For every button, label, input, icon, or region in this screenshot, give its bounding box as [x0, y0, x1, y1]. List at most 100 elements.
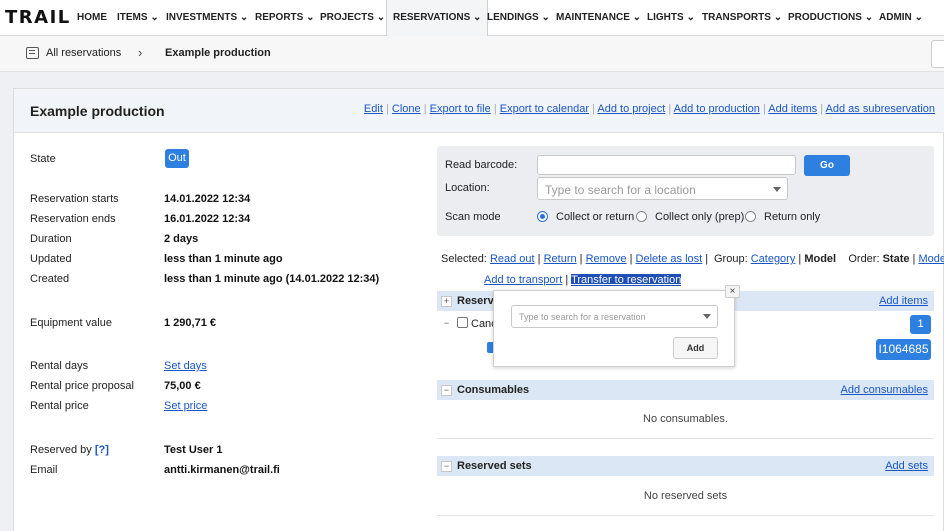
- rental-days-label: Rental days: [30, 360, 89, 372]
- list-icon: [26, 47, 39, 59]
- nav-reports[interactable]: REPORTS ⌄: [255, 0, 315, 36]
- no-sets-text: No reserved sets: [643, 490, 728, 502]
- export-file-link[interactable]: Export to file: [430, 103, 491, 115]
- starts-value: 14.01.2022 12:34: [164, 193, 251, 205]
- top-nav: TRAIL HOME ITEMS ⌄ INVESTMENTS ⌄ REPORTS…: [0, 0, 944, 37]
- nav-lendings[interactable]: LENDINGS ⌄: [487, 0, 550, 36]
- collapse-icon[interactable]: −: [441, 319, 452, 330]
- popup-add-button[interactable]: Add: [673, 337, 718, 359]
- chevron-right-icon: ›: [138, 45, 143, 60]
- order-model-link[interactable]: Model: [918, 253, 944, 265]
- updated-label: Updated: [30, 253, 72, 265]
- nav-lights[interactable]: LIGHTS ⌄: [647, 0, 695, 36]
- set-days-link[interactable]: Set days: [164, 360, 207, 372]
- group-model-current: Model: [804, 253, 837, 265]
- delete-as-lost-link[interactable]: Delete as lost: [636, 253, 703, 265]
- group-order-controls: Group: Category | Model Order: State | M…: [714, 253, 944, 265]
- clone-link[interactable]: Clone: [392, 103, 421, 115]
- chevron-down-icon: ⌄: [773, 12, 783, 23]
- nav-transports[interactable]: TRANSPORTS ⌄: [702, 0, 782, 36]
- collect-only-radio[interactable]: [636, 211, 647, 222]
- location-label: Location:: [445, 182, 490, 194]
- help-link[interactable]: [?]: [95, 444, 109, 456]
- location-select[interactable]: Type to search for a location: [537, 177, 788, 200]
- nav-home[interactable]: HOME: [77, 0, 107, 36]
- chevron-down-icon: ⌄: [473, 12, 482, 23]
- reservation-search-select[interactable]: Type to search for a reservation: [511, 305, 718, 328]
- collect-or-return-label: Collect or return: [556, 211, 635, 223]
- reserved-by-label: Reserved by [?]: [30, 444, 109, 456]
- expand-icon[interactable]: +: [441, 296, 452, 307]
- chevron-down-icon: ⌄: [632, 12, 642, 23]
- nav-reservations[interactable]: RESERVATIONS ⌄: [386, 0, 489, 37]
- nav-projects[interactable]: PROJECTS ⌄: [320, 0, 385, 36]
- item-code-badge[interactable]: I1064685: [876, 339, 931, 360]
- collect-only-label: Collect only (prep): [655, 211, 745, 223]
- close-icon[interactable]: ×: [725, 285, 740, 298]
- breadcrumb-current: Example production: [165, 47, 271, 59]
- chevron-down-icon: ⌄: [541, 12, 550, 23]
- state-label: State: [30, 153, 56, 165]
- no-consumables-text: No consumables.: [643, 413, 728, 425]
- add-to-production-link[interactable]: Add to production: [674, 103, 760, 115]
- nav-productions[interactable]: PRODUCTIONS ⌄: [788, 0, 873, 36]
- set-price-link[interactable]: Set price: [164, 400, 207, 412]
- trail-logo[interactable]: TRAIL: [5, 7, 71, 28]
- transfer-popup: Type to search for a reservation Add: [493, 290, 735, 367]
- add-items-section-link[interactable]: Add items: [879, 295, 928, 307]
- group-label: Group:: [714, 253, 748, 265]
- equipment-value-label: Equipment value: [30, 317, 112, 329]
- nav-items[interactable]: ITEMS ⌄: [117, 0, 159, 36]
- read-out-link[interactable]: Read out: [490, 253, 535, 265]
- add-consumables-link[interactable]: Add consumables: [841, 384, 928, 396]
- chevron-down-icon: ⌄: [914, 12, 923, 23]
- reserved-sets-title: Reserved sets: [457, 460, 532, 472]
- barcode-input[interactable]: [537, 155, 796, 175]
- nav-investments[interactable]: INVESTMENTS ⌄: [166, 0, 248, 36]
- add-subreservation-link[interactable]: Add as subreservation: [826, 103, 935, 115]
- equipment-value: 1 290,71 €: [164, 317, 216, 329]
- consumables-bar: − Consumables Add consumables: [437, 380, 934, 400]
- count-badge: 1: [910, 315, 931, 334]
- state-badge[interactable]: Out: [165, 149, 189, 168]
- barcode-label: Read barcode:: [445, 159, 518, 171]
- header-actions: Edit | Clone | Export to file | Export t…: [363, 103, 935, 115]
- rental-price-label: Rental price: [30, 400, 89, 412]
- chevron-down-icon: ⌄: [864, 12, 874, 23]
- scan-mode-label: Scan mode: [445, 211, 501, 223]
- remove-link[interactable]: Remove: [586, 253, 627, 265]
- side-toggle-button[interactable]: [931, 40, 944, 68]
- collapse-icon[interactable]: −: [441, 461, 452, 472]
- row-checkbox[interactable]: [457, 317, 468, 328]
- chevron-down-icon: ⌄: [239, 12, 249, 23]
- collapse-icon[interactable]: −: [441, 385, 452, 396]
- selected-actions-2: Add to transport | Transfer to reservati…: [484, 274, 682, 286]
- group-category-link[interactable]: Category: [751, 253, 796, 265]
- chevron-down-icon: ⌄: [306, 12, 315, 23]
- consumables-title: Consumables: [457, 384, 530, 396]
- price-proposal-value: 75,00 €: [164, 380, 201, 392]
- return-only-radio[interactable]: [745, 211, 756, 222]
- created-value: less than 1 minute ago (14.01.2022 12:34…: [164, 273, 380, 285]
- return-link[interactable]: Return: [544, 253, 577, 265]
- divider: [437, 438, 934, 439]
- selected-actions: Selected: Read out | Return | Remove | D…: [441, 253, 709, 265]
- add-to-project-link[interactable]: Add to project: [597, 103, 665, 115]
- page-title: Example production: [30, 103, 165, 119]
- collect-or-return-radio[interactable]: [537, 211, 548, 222]
- order-state-current: State: [882, 253, 910, 265]
- panel-header: Example production Edit | Clone | Export…: [14, 89, 944, 133]
- go-button[interactable]: Go: [804, 155, 850, 176]
- nav-admin[interactable]: ADMIN ⌄: [879, 0, 923, 36]
- email-value: antti.kirmanen@trail.fi: [164, 464, 280, 476]
- nav-maintenance[interactable]: MAINTENANCE ⌄: [556, 0, 641, 36]
- ends-value: 16.01.2022 12:34: [164, 213, 251, 225]
- add-sets-link[interactable]: Add sets: [885, 460, 928, 472]
- breadcrumb-all-reservations[interactable]: All reservations: [46, 47, 121, 59]
- reserved-by-value: Test User 1: [164, 444, 223, 456]
- transfer-to-reservation-link[interactable]: Transfer to reservation: [571, 274, 682, 286]
- add-to-transport-link[interactable]: Add to transport: [484, 274, 562, 286]
- add-items-link[interactable]: Add items: [768, 103, 817, 115]
- edit-link[interactable]: Edit: [364, 103, 383, 115]
- export-calendar-link[interactable]: Export to calendar: [500, 103, 589, 115]
